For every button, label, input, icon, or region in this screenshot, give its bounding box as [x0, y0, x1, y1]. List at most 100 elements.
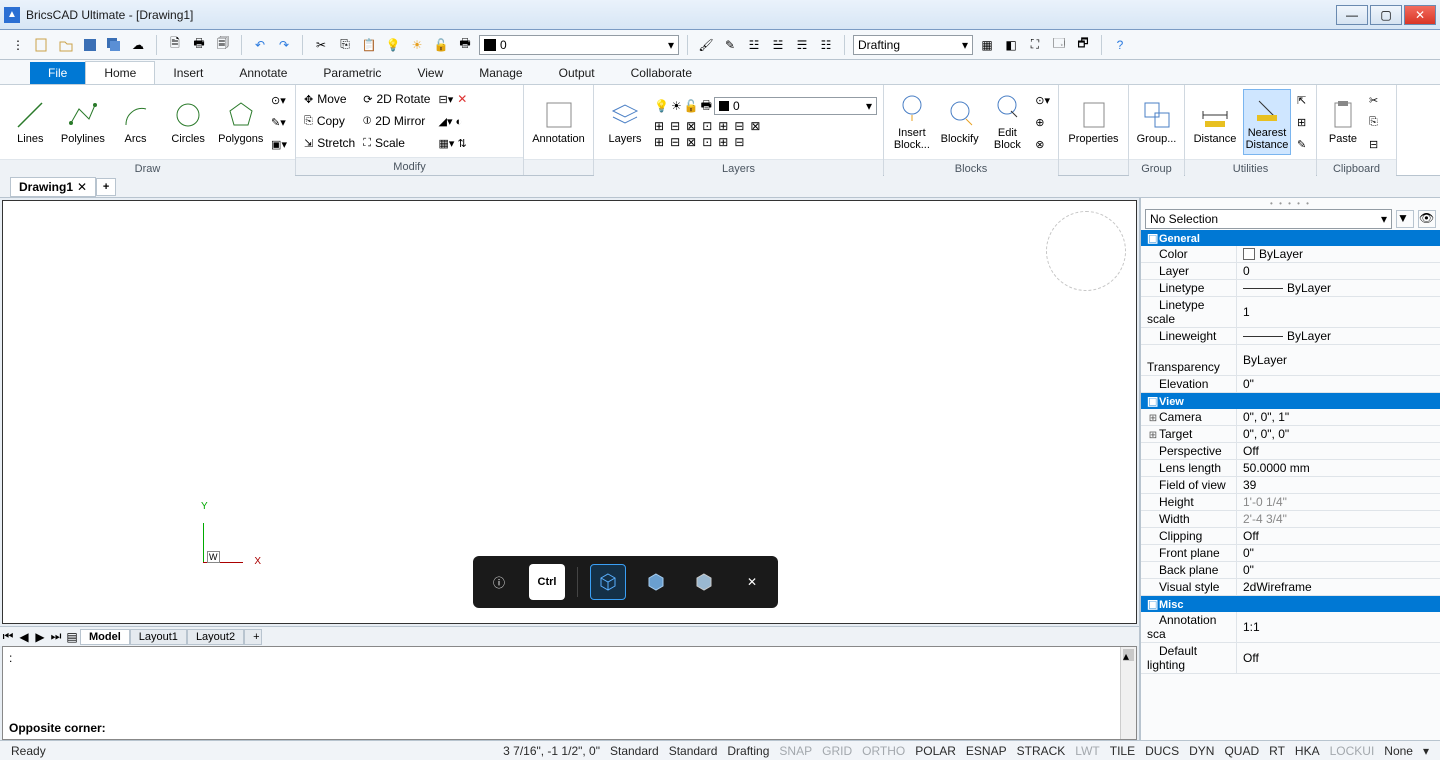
copy-button[interactable]: ⎘ Copy	[302, 111, 357, 131]
tool5-icon[interactable]: ☴	[792, 35, 812, 55]
status-toggle-snap[interactable]: SNAP	[774, 744, 817, 758]
workspace-combo[interactable]: Drafting ▾	[853, 35, 973, 55]
maximize-button[interactable]: ▢	[1370, 5, 1402, 25]
prop-value[interactable]: 0", 0", 0"	[1237, 426, 1440, 442]
prop-category[interactable]: ▣ General	[1141, 230, 1440, 246]
mirror-button[interactable]: ⦶ 2D Mirror	[361, 111, 432, 131]
status-toggle-grid[interactable]: GRID	[817, 744, 857, 758]
layout-tab-2[interactable]: Layout2	[187, 629, 244, 645]
properties-button[interactable]: Properties	[1065, 89, 1122, 155]
lay11-icon[interactable]: ⊡	[702, 135, 712, 149]
edit-icon[interactable]: ✎	[720, 35, 740, 55]
prop-value[interactable]: 0"	[1237, 545, 1440, 561]
prop-row[interactable]: Visual style2dWireframe	[1141, 579, 1440, 596]
bulb-on-icon[interactable]: 💡	[383, 35, 403, 55]
draw-extra2-icon[interactable]: ✎▾	[269, 112, 289, 132]
clip-cut-icon[interactable]: ✂	[1367, 90, 1380, 110]
prop-row[interactable]: ⊞Camera0", 0", 1"	[1141, 409, 1440, 426]
qat-layer-combo[interactable]: 0 ▾	[479, 35, 679, 55]
paste-button[interactable]: Paste	[1323, 89, 1363, 155]
layout-tab-1[interactable]: Layout1	[130, 629, 187, 645]
trim-icon[interactable]: ⊟▾ ✕	[436, 89, 469, 109]
lay12-icon[interactable]: ⊞	[718, 135, 728, 149]
block-extra3-icon[interactable]: ⊗	[1033, 134, 1052, 154]
status-toggle-rt[interactable]: RT	[1264, 744, 1290, 758]
tab-home[interactable]: Home	[85, 61, 155, 84]
status-toggle-hka[interactable]: HKA	[1290, 744, 1325, 758]
filter-icon[interactable]: ▼	[1396, 210, 1414, 228]
annotation-button[interactable]: Annotation	[530, 89, 587, 155]
drawing-canvas[interactable]: Y X W ⓘ Ctrl ✕	[2, 200, 1137, 624]
circles-button[interactable]: Circles	[164, 89, 213, 155]
new-icon[interactable]	[32, 35, 52, 55]
print-icon[interactable]: 🖶	[189, 35, 209, 55]
popup-cube2-icon[interactable]	[638, 564, 674, 600]
prop-row[interactable]: Width2'-4 3/4"	[1141, 511, 1440, 528]
lock-icon[interactable]: 🔓	[431, 35, 451, 55]
prop-row[interactable]: Elevation0"	[1141, 376, 1440, 393]
popup-cube1-icon[interactable]	[590, 564, 626, 600]
lay4-icon[interactable]: ⊡	[702, 119, 712, 133]
prop-category[interactable]: ▣ Misc	[1141, 596, 1440, 612]
popup-close-icon[interactable]: ✕	[734, 564, 770, 600]
blockify-button[interactable]: Blockify	[938, 89, 982, 155]
tab-output[interactable]: Output	[541, 62, 613, 84]
copy-icon[interactable]: ⎘	[335, 35, 355, 55]
prop-row[interactable]: ⊞Target0", 0", 0"	[1141, 426, 1440, 443]
doc-tab-add[interactable]: +	[96, 178, 116, 196]
tab-insert[interactable]: Insert	[155, 62, 221, 84]
prop-value[interactable]: ByLayer	[1237, 280, 1440, 296]
prop-row[interactable]: LinetypeByLayer	[1141, 280, 1440, 297]
prop-row[interactable]: Back plane0"	[1141, 562, 1440, 579]
tab-annotate[interactable]: Annotate	[221, 62, 305, 84]
prop-row[interactable]: PerspectiveOff	[1141, 443, 1440, 460]
status-toggle-standard[interactable]: Standard	[664, 744, 723, 758]
tab-file[interactable]: File	[30, 62, 85, 84]
tool3-icon[interactable]: ☳	[744, 35, 764, 55]
cut-icon[interactable]: ✂	[311, 35, 331, 55]
draw-extra1-icon[interactable]: ⊙▾	[269, 90, 289, 110]
edit-block-button[interactable]: Edit Block	[986, 89, 1030, 155]
prop-row[interactable]: Annotation sca1:1	[1141, 612, 1440, 643]
insert-block-button[interactable]: Insert Block...	[890, 89, 934, 155]
arcs-button[interactable]: Arcs	[111, 89, 160, 155]
saveall-icon[interactable]	[104, 35, 124, 55]
prop-row[interactable]: ClippingOff	[1141, 528, 1440, 545]
matchprop-icon[interactable]: 🖌	[696, 35, 716, 55]
prop-value[interactable]: ByLayer	[1237, 345, 1440, 375]
polylines-button[interactable]: Polylines	[59, 89, 108, 155]
lay3-icon[interactable]: ⊠	[686, 119, 696, 133]
lay8-icon[interactable]: ⊞	[654, 135, 664, 149]
doc-tab-close-icon[interactable]: ✕	[77, 180, 87, 194]
prop-value[interactable]: 0"	[1237, 562, 1440, 578]
prop-value[interactable]: Off	[1237, 443, 1440, 459]
open-icon[interactable]	[56, 35, 76, 55]
status-toggle-none[interactable]: None	[1379, 744, 1418, 758]
lay10-icon[interactable]: ⊠	[686, 135, 696, 149]
prop-value[interactable]: Off	[1237, 643, 1440, 673]
status-toggle-dyn[interactable]: DYN	[1184, 744, 1219, 758]
layer-bulb-icon[interactable]: 💡	[654, 99, 669, 113]
prop-row[interactable]: LineweightByLayer	[1141, 328, 1440, 345]
clip-copy-icon[interactable]: ⎘	[1367, 112, 1380, 132]
distance-button[interactable]: Distance	[1191, 89, 1239, 155]
lay6-icon[interactable]: ⊟	[734, 119, 744, 133]
prop-row[interactable]: Linetype scale1	[1141, 297, 1440, 328]
draw-extra3-icon[interactable]: ▣▾	[269, 134, 289, 154]
layout-last-icon[interactable]: ⏭	[48, 629, 64, 644]
prop-category[interactable]: ▣ View	[1141, 393, 1440, 409]
paste-icon[interactable]: 📋	[359, 35, 379, 55]
help-icon[interactable]: ?	[1110, 35, 1130, 55]
status-toggle-drafting[interactable]: Drafting	[722, 744, 774, 758]
lay9-icon[interactable]: ⊟	[670, 135, 680, 149]
tool8-icon[interactable]: 🗔	[1049, 35, 1069, 55]
layer-lock-icon[interactable]: 🔓	[684, 99, 699, 113]
polygons-button[interactable]: Polygons	[216, 89, 265, 155]
status-toggle-standard[interactable]: Standard	[605, 744, 664, 758]
tab-manage[interactable]: Manage	[461, 62, 540, 84]
cmd-scrollbar[interactable]: ▴	[1120, 647, 1136, 739]
view-cube[interactable]	[1046, 211, 1126, 291]
prop-value[interactable]: 2'-4 3/4"	[1237, 511, 1440, 527]
nearest-distance-button[interactable]: Nearest Distance	[1243, 89, 1291, 155]
status-toggle-lockui[interactable]: LOCKUI	[1325, 744, 1380, 758]
